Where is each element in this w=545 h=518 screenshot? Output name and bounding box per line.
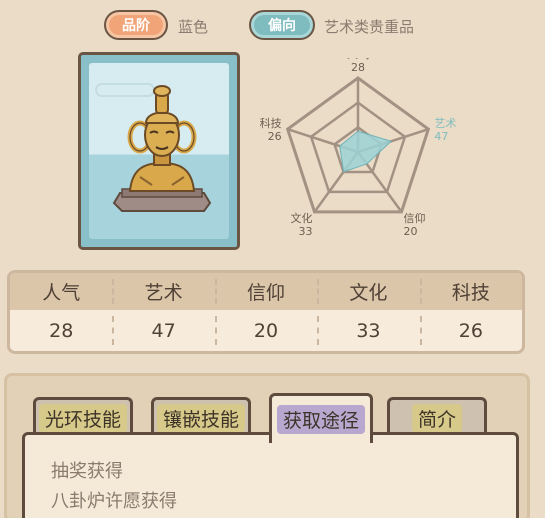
stats-header-tech: 科技: [419, 273, 522, 310]
grade-value: 蓝色: [178, 18, 209, 36]
grade-label: 品阶: [122, 18, 150, 34]
stats-value-faith: 20: [214, 310, 317, 351]
stats-value-culture: 33: [317, 310, 419, 351]
radar-axis-label: 科技: [260, 116, 282, 130]
stats-value-art: 47: [112, 310, 214, 351]
grade-badge: 品阶: [104, 10, 168, 40]
tab-intro-label: 简介: [411, 404, 462, 433]
item-card-art: [89, 63, 229, 239]
radar-value-shape: [339, 130, 393, 173]
radar-axis-value: 33: [299, 225, 313, 238]
tab-intro[interactable]: 简介: [387, 397, 487, 437]
radar-axis-value: 26: [268, 130, 282, 143]
tab-content: 抽奖获得 八卦炉许愿获得: [22, 432, 519, 518]
radar-axis-label: 文化: [291, 211, 313, 225]
radar-axis-value: 28: [351, 61, 365, 74]
bias-badge: 偏向: [249, 10, 315, 40]
source-line: 抽奖获得: [51, 461, 123, 482]
stats-header-faith: 信仰: [214, 273, 317, 310]
stats-table: 人气 艺术 信仰 文化 科技 28 47 20 33 26: [7, 270, 525, 354]
bias-label: 偏向: [268, 18, 296, 34]
tab-aura-skill-label: 光环技能: [38, 404, 127, 433]
tab-aura-skill[interactable]: 光环技能: [33, 397, 133, 437]
stats-header-art: 艺术: [112, 273, 214, 310]
stats-value-popularity: 28: [49, 319, 74, 342]
attribute-radar-chart: 人气28艺术47信仰20文化33科技26: [260, 58, 457, 238]
radar-axis-label: 信仰: [403, 211, 425, 225]
radar-axis-value: 20: [403, 225, 417, 238]
tab-inlay-skill[interactable]: 镶嵌技能: [151, 397, 251, 437]
radar-axis-value: 47: [434, 130, 448, 143]
golden-bust-icon: [112, 85, 212, 212]
source-line: 八卦炉许愿获得: [51, 491, 177, 512]
stats-value-row: 28 47 20 33 26: [10, 310, 522, 351]
item-card: [78, 52, 240, 250]
bias-value: 艺术类贵重品: [324, 18, 415, 36]
radar-axis-label: 艺术: [434, 117, 456, 130]
stats-value-tech: 26: [419, 310, 522, 351]
stats-header-row: 人气 艺术 信仰 文化 科技: [10, 273, 522, 310]
tab-inlay-skill-label: 镶嵌技能: [156, 404, 245, 433]
stats-header-culture: 文化: [317, 273, 419, 310]
tab-acquisition[interactable]: 获取途径: [269, 393, 373, 443]
stats-header-popularity: 人气: [42, 282, 81, 304]
tab-acquisition-label: 获取途径: [276, 405, 365, 434]
